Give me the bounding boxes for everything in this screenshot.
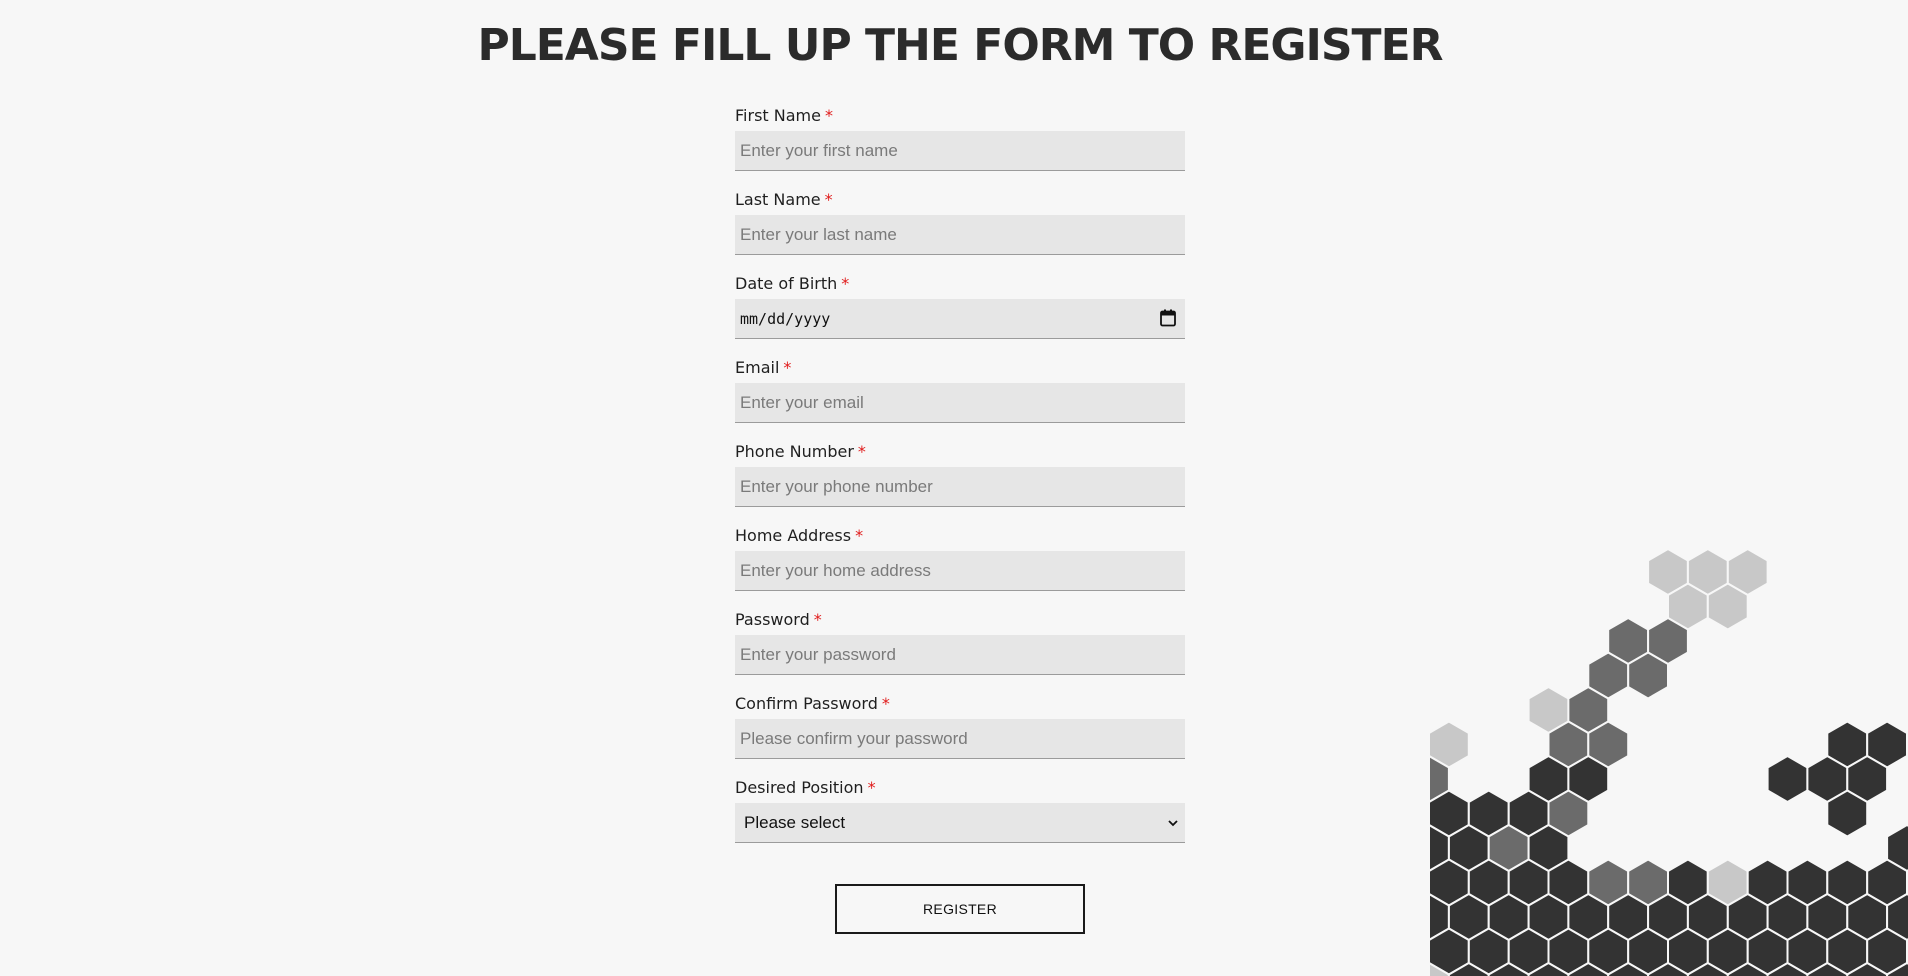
confirm-password-label-text: Confirm Password: [735, 694, 878, 713]
home-address-field: Home Address *: [735, 524, 1185, 608]
date-of-birth-label: Date of Birth *: [735, 274, 849, 294]
email-field: Email *: [735, 356, 1185, 440]
hexagon-tile: [1627, 651, 1669, 700]
first-name-input[interactable]: [735, 131, 1185, 171]
required-mark: *: [824, 106, 833, 125]
phone-number-label-text: Phone Number: [735, 442, 854, 461]
confirm-password-label: Confirm Password *: [735, 694, 890, 714]
required-mark: *: [867, 778, 876, 797]
date-of-birth-label-text: Date of Birth: [735, 274, 838, 293]
registration-form: First Name* Last Name* Date of Birth* mm…: [735, 104, 1185, 860]
desired-position-selected-value: Please select: [744, 813, 846, 832]
first-name-label: First Name *: [735, 106, 833, 126]
email-label: Email *: [735, 358, 791, 378]
home-address-label-text: Home Address: [735, 526, 852, 545]
last-name-field: Last Name *: [735, 188, 1185, 272]
confirm-password-input[interactable]: [735, 719, 1185, 759]
required-mark: *: [841, 274, 850, 293]
required-mark: *: [855, 526, 864, 545]
hexagon-pattern-decoration: [1430, 547, 1908, 976]
home-address-input[interactable]: [735, 551, 1185, 591]
password-label: Password *: [735, 610, 822, 630]
password-input[interactable]: [735, 635, 1185, 675]
phone-number-input[interactable]: [735, 467, 1185, 507]
required-mark: *: [783, 358, 792, 377]
required-mark: *: [881, 694, 890, 713]
phone-number-label: Phone Number *: [735, 442, 866, 462]
calendar-icon[interactable]: [1160, 309, 1176, 327]
date-of-birth-field: Date of Birth * mm/dd/yyyy: [735, 272, 1185, 356]
desired-position-field: Desired Position * Please select: [735, 776, 1185, 860]
email-input[interactable]: [735, 383, 1185, 423]
phone-number-field: Phone Number *: [735, 440, 1185, 524]
last-name-label-text: Last Name: [735, 190, 821, 209]
hexagon-tile: [1766, 754, 1809, 804]
chevron-down-icon: [1168, 820, 1178, 827]
required-mark: *: [813, 610, 822, 629]
email-label-text: Email: [735, 358, 780, 377]
desired-position-label: Desired Position *: [735, 778, 876, 798]
date-format-text: mm/dd/yyyy: [740, 310, 831, 328]
desired-position-select[interactable]: Please select: [735, 803, 1185, 843]
required-mark: *: [824, 190, 833, 209]
desired-position-label-text: Desired Position: [735, 778, 864, 797]
first-name-label-text: First Name: [735, 106, 821, 125]
home-address-label: Home Address *: [735, 526, 863, 546]
first-name-field: First Name *: [735, 104, 1185, 188]
register-button[interactable]: REGISTER: [835, 884, 1085, 934]
confirm-password-field: Confirm Password *: [735, 692, 1185, 776]
required-mark: *: [857, 442, 866, 461]
password-field: Password *: [735, 608, 1185, 692]
password-label-text: Password: [735, 610, 810, 629]
page-title: PLEASE FILL UP THE FORM TO REGISTER: [477, 20, 1443, 71]
last-name-input[interactable]: [735, 215, 1185, 255]
date-of-birth-input[interactable]: mm/dd/yyyy: [735, 299, 1185, 339]
last-name-label: Last Name *: [735, 190, 833, 210]
